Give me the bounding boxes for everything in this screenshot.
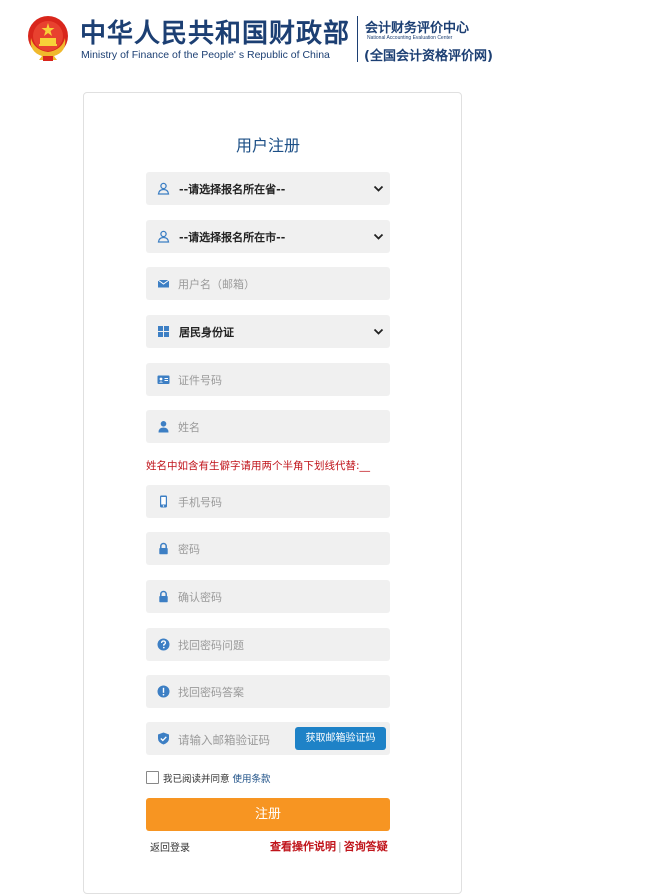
name-placeholder: 姓名 [178, 421, 200, 434]
id-number-placeholder: 证件号码 [178, 374, 222, 387]
envelope-icon [157, 279, 170, 288]
password-input[interactable]: 密码 [146, 532, 390, 565]
phone-input[interactable]: 手机号码 [146, 485, 390, 518]
help-links: 查看操作说明 | 咨询答疑 [270, 838, 388, 854]
id-type-value: 居民身份证 [179, 326, 234, 339]
back-to-login-link[interactable]: 返回登录 [150, 839, 190, 854]
exclamation-icon [157, 685, 170, 698]
security-answer-input[interactable]: 找回密码答案 [146, 675, 390, 708]
faq-link[interactable]: 咨询答疑 [344, 840, 388, 853]
terms-checkbox[interactable] [146, 771, 159, 784]
confirm-password-input[interactable]: 确认密码 [146, 580, 390, 613]
chevron-down-icon [373, 233, 384, 240]
header-divider [357, 16, 358, 62]
security-question-input[interactable]: 找回密码问题 [146, 628, 390, 661]
org-title-en: National Accounting Evaluation Center [367, 35, 453, 41]
register-button[interactable]: 注册 [146, 798, 390, 831]
user-icon [157, 182, 170, 195]
question-icon [157, 638, 170, 651]
lock-icon [159, 542, 168, 555]
get-email-code-button[interactable]: 获取邮箱验证码 [295, 727, 386, 750]
security-answer-placeholder: 找回密码答案 [178, 686, 244, 699]
id-type-select[interactable]: 居民身份证 [146, 315, 390, 348]
terms-link[interactable]: 使用条款 [233, 774, 271, 785]
user-icon [157, 230, 170, 243]
org-title: 会计财务评价中心 [365, 21, 470, 36]
grid-icon [158, 326, 169, 337]
chevron-down-icon [373, 328, 384, 335]
person-icon [158, 421, 169, 433]
name-hint: 姓名中如含有生僻字请用两个半角下划线代替:__ [146, 460, 371, 472]
shield-icon [158, 732, 169, 745]
phone-icon [160, 495, 167, 508]
help-separator: | [338, 840, 342, 853]
org-subtitle: (全国会计资格评价网) [364, 49, 493, 64]
site-header: 中华人民共和国财政部 Ministry of Finance of the Pe… [0, 0, 655, 80]
terms-text: 我已阅读并同意 使用条款 [163, 771, 271, 785]
chevron-down-icon [373, 185, 384, 192]
password-placeholder: 密码 [178, 543, 200, 556]
email-code-placeholder: 请输入邮箱验证码 [178, 733, 270, 747]
email-code-input[interactable]: 请输入邮箱验证码 获取邮箱验证码 [146, 722, 390, 755]
lock-icon [159, 590, 168, 603]
province-select[interactable]: --请选择报名所在省-- [146, 172, 390, 205]
username-placeholder: 用户名（邮箱） [178, 278, 255, 291]
ministry-title: 中华人民共和国财政部 [80, 19, 351, 49]
national-emblem-icon [28, 16, 68, 61]
name-input[interactable]: 姓名 [146, 410, 390, 443]
operation-guide-link[interactable]: 查看操作说明 [270, 840, 336, 853]
username-input[interactable]: 用户名（邮箱） [146, 267, 390, 300]
terms-prefix: 我已阅读并同意 [163, 774, 230, 785]
ministry-title-en: Ministry of Finance of the People' s Rep… [81, 49, 330, 61]
city-select[interactable]: --请选择报名所在市-- [146, 220, 390, 253]
city-select-value: --请选择报名所在市-- [179, 231, 286, 244]
id-number-input[interactable]: 证件号码 [146, 363, 390, 396]
confirm-password-placeholder: 确认密码 [178, 591, 222, 604]
security-question-placeholder: 找回密码问题 [178, 639, 244, 652]
id-card-icon [157, 375, 170, 384]
phone-placeholder: 手机号码 [178, 496, 222, 509]
form-title: 用户注册 [235, 136, 300, 155]
province-select-value: --请选择报名所在省-- [179, 183, 286, 196]
